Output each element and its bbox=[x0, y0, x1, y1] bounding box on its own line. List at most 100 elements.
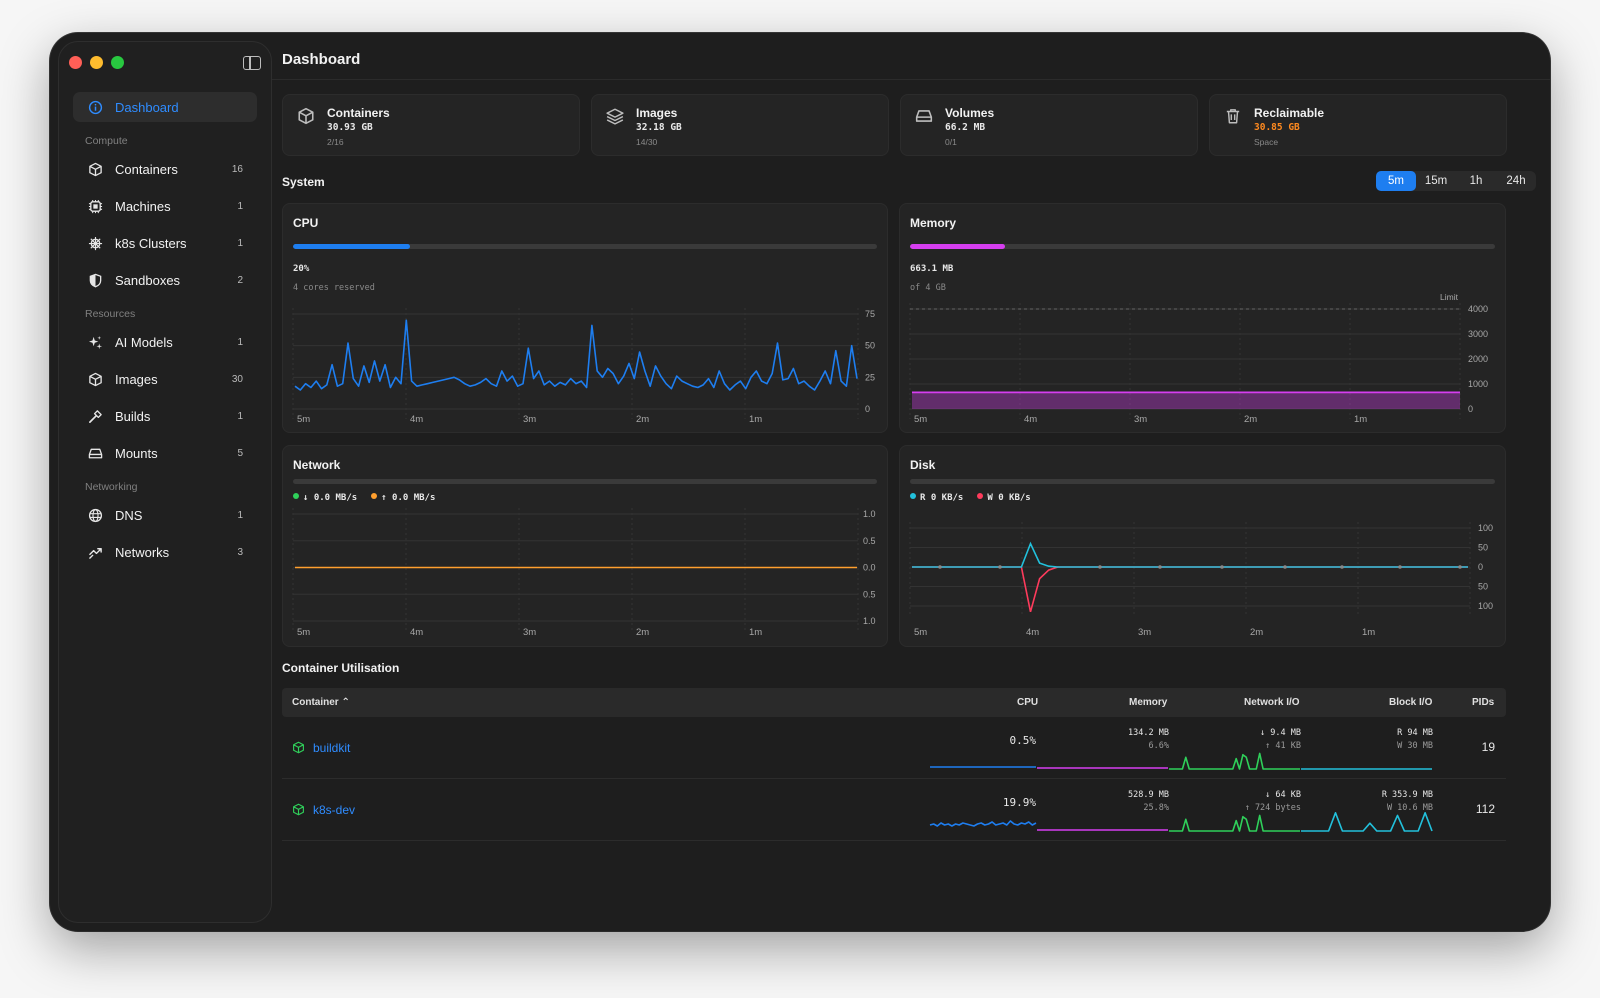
sidebar: Dashboard Compute Containers 16 Machines… bbox=[58, 41, 272, 923]
drive-icon bbox=[915, 110, 933, 122]
x-tick-label: 2m bbox=[636, 414, 649, 425]
x-tick-label: 2m bbox=[1244, 414, 1257, 425]
sidebar-item-label: AI Models bbox=[115, 334, 173, 350]
sidebar-item-images[interactable]: Images 30 bbox=[73, 364, 257, 394]
stat-value: 32.18 GB bbox=[636, 122, 682, 133]
disk-point bbox=[1340, 565, 1344, 569]
sidebar-item-label: Machines bbox=[115, 198, 171, 214]
drive-icon-wrap bbox=[87, 445, 103, 461]
x-tick-label: 3m bbox=[1138, 627, 1151, 638]
minimize-window-button[interactable] bbox=[90, 56, 103, 69]
sidebar-item-count: 3 bbox=[237, 546, 243, 558]
stat-card-images[interactable]: Images 32.18 GB 14/30 bbox=[591, 94, 889, 156]
stat-title: Reclaimable bbox=[1254, 106, 1325, 120]
y-tick-label: 0.5 bbox=[863, 536, 876, 546]
y-tick-label: 0 bbox=[1468, 404, 1473, 414]
x-tick-label: 1m bbox=[749, 627, 762, 638]
sidebar-item-label: Mounts bbox=[115, 445, 158, 461]
cube-outline-icon bbox=[88, 372, 102, 386]
chip-icon-wrap bbox=[87, 198, 103, 214]
cpu-series-line bbox=[294, 319, 858, 391]
row-sparklines bbox=[929, 812, 1433, 832]
zoom-window-button[interactable] bbox=[111, 56, 124, 69]
sidebar-item-k8s-clusters[interactable]: k8s Clusters 1 bbox=[73, 228, 257, 258]
col-block[interactable]: Block I/O bbox=[1389, 697, 1432, 708]
y-tick-label: 75 bbox=[865, 309, 875, 319]
range-5m[interactable]: 5m bbox=[1376, 171, 1416, 191]
disk-point bbox=[1398, 565, 1402, 569]
layers-icon bbox=[606, 108, 624, 125]
page-title: Dashboard bbox=[282, 51, 361, 68]
range-24h[interactable]: 24h bbox=[1496, 171, 1536, 191]
x-tick-label: 4m bbox=[1024, 414, 1037, 425]
sidebar-item-networks[interactable]: Networks 3 bbox=[73, 537, 257, 567]
cube-outline-icon-wrap bbox=[87, 371, 103, 387]
sidebar-item-sandboxes[interactable]: Sandboxes 2 bbox=[73, 265, 257, 295]
y-tick-label: 0 bbox=[865, 404, 870, 414]
x-tick-label: 3m bbox=[523, 414, 536, 425]
stat-sub: Space bbox=[1254, 137, 1279, 147]
col-container[interactable]: Container ⌃ bbox=[292, 697, 350, 708]
y-tick-label: 0 bbox=[1478, 562, 1483, 572]
range-1h[interactable]: 1h bbox=[1456, 171, 1496, 191]
sidebar-item-label: Sandboxes bbox=[115, 272, 181, 288]
title-divider bbox=[272, 79, 1550, 80]
stat-value: 30.85 GB bbox=[1254, 122, 1300, 133]
drive-icon bbox=[88, 448, 102, 458]
col-memory[interactable]: Memory bbox=[1129, 697, 1167, 708]
cube-icon bbox=[88, 162, 102, 176]
sparkline bbox=[1301, 812, 1433, 832]
stat-card-containers[interactable]: Containers 30.93 GB 2/16 bbox=[282, 94, 580, 156]
utilisation-table: Container ⌃ CPU Memory Network I/O Block… bbox=[282, 688, 1506, 841]
sidebar-item-count: 1 bbox=[237, 410, 243, 422]
sidebar-item-ai-models[interactable]: AI Models 1 bbox=[73, 327, 257, 357]
sidebar-toggle-icon[interactable] bbox=[243, 56, 261, 70]
stat-sub: 2/16 bbox=[327, 137, 344, 147]
stat-card-reclaimable[interactable]: Reclaimable 30.85 GB Space bbox=[1209, 94, 1507, 156]
memory-limit-label: Limit bbox=[1440, 292, 1459, 302]
stat-card-volumes[interactable]: Volumes 66.2 MB 0/1 bbox=[900, 94, 1198, 156]
y-tick-label: 2000 bbox=[1468, 354, 1488, 364]
cpu-panel: CPU 20% 4 cores reserved 75 50 25 0 5m 4m 3m 2m… bbox=[282, 203, 888, 433]
table-row[interactable]: buildkit 0.5% 134.2 MB 6.6% ↓ 9.4 MB ↑ 4… bbox=[282, 717, 1506, 779]
memory-area-fill bbox=[912, 392, 1460, 409]
table-row[interactable]: k8s-dev 19.9% 528.9 MB 25.8% ↓ 64 KB ↑ 7… bbox=[282, 779, 1506, 841]
x-tick-label: 3m bbox=[523, 627, 536, 638]
y-tick-label: 50 bbox=[1478, 582, 1488, 592]
y-tick-label: 1000 bbox=[1468, 379, 1488, 389]
y-tick-label: 3000 bbox=[1468, 329, 1488, 339]
utilisation-heading: Container Utilisation bbox=[282, 661, 400, 675]
sidebar-item-builds[interactable]: Builds 1 bbox=[73, 401, 257, 431]
col-pids[interactable]: PIDs bbox=[1472, 697, 1494, 708]
disk-point bbox=[1098, 565, 1102, 569]
helm-wheel-icon-wrap bbox=[87, 235, 103, 251]
sidebar-item-count: 1 bbox=[237, 237, 243, 249]
col-cpu[interactable]: CPU bbox=[1017, 697, 1038, 708]
sidebar-item-mounts[interactable]: Mounts 5 bbox=[73, 438, 257, 468]
stat-sub: 0/1 bbox=[945, 137, 957, 147]
sidebar-item-dashboard[interactable]: Dashboard bbox=[73, 92, 257, 122]
sparkline bbox=[1169, 814, 1300, 832]
x-tick-label: 5m bbox=[914, 414, 927, 425]
y-tick-label: 100 bbox=[1478, 523, 1493, 533]
disk-panel: Disk R 0 KB/s W 0 KB/s 100 50 0 50 100 5m 4m 3m 2… bbox=[899, 445, 1506, 647]
col-network[interactable]: Network I/O bbox=[1244, 697, 1300, 708]
hammer-icon bbox=[88, 409, 102, 423]
helm-wheel-icon bbox=[88, 236, 102, 250]
close-window-button[interactable] bbox=[69, 56, 82, 69]
network-panel: Network ↓ 0.0 MB/s ↑ 0.0 MB/s 1.0 0.5 0.0 0.… bbox=[282, 445, 888, 647]
x-tick-label: 1m bbox=[749, 414, 762, 425]
cube-icon bbox=[298, 107, 314, 125]
stat-sub: 14/30 bbox=[636, 137, 658, 147]
sidebar-section-heading: Networking bbox=[85, 481, 138, 493]
x-tick-label: 4m bbox=[410, 627, 423, 638]
range-15m[interactable]: 15m bbox=[1416, 171, 1456, 191]
sidebar-item-dns[interactable]: DNS 1 bbox=[73, 500, 257, 530]
sidebar-item-containers[interactable]: Containers 16 bbox=[73, 154, 257, 184]
network-chart: 1.0 0.5 0.0 0.5 1.0 5m 4m 3m 2m 1m bbox=[292, 508, 876, 638]
table-header: Container ⌃ CPU Memory Network I/O Block… bbox=[282, 688, 1506, 717]
sidebar-item-machines[interactable]: Machines 1 bbox=[73, 191, 257, 221]
disk-write-line bbox=[912, 566, 1468, 613]
x-tick-label: 4m bbox=[1026, 627, 1039, 638]
y-tick-label: 1.0 bbox=[863, 509, 876, 519]
